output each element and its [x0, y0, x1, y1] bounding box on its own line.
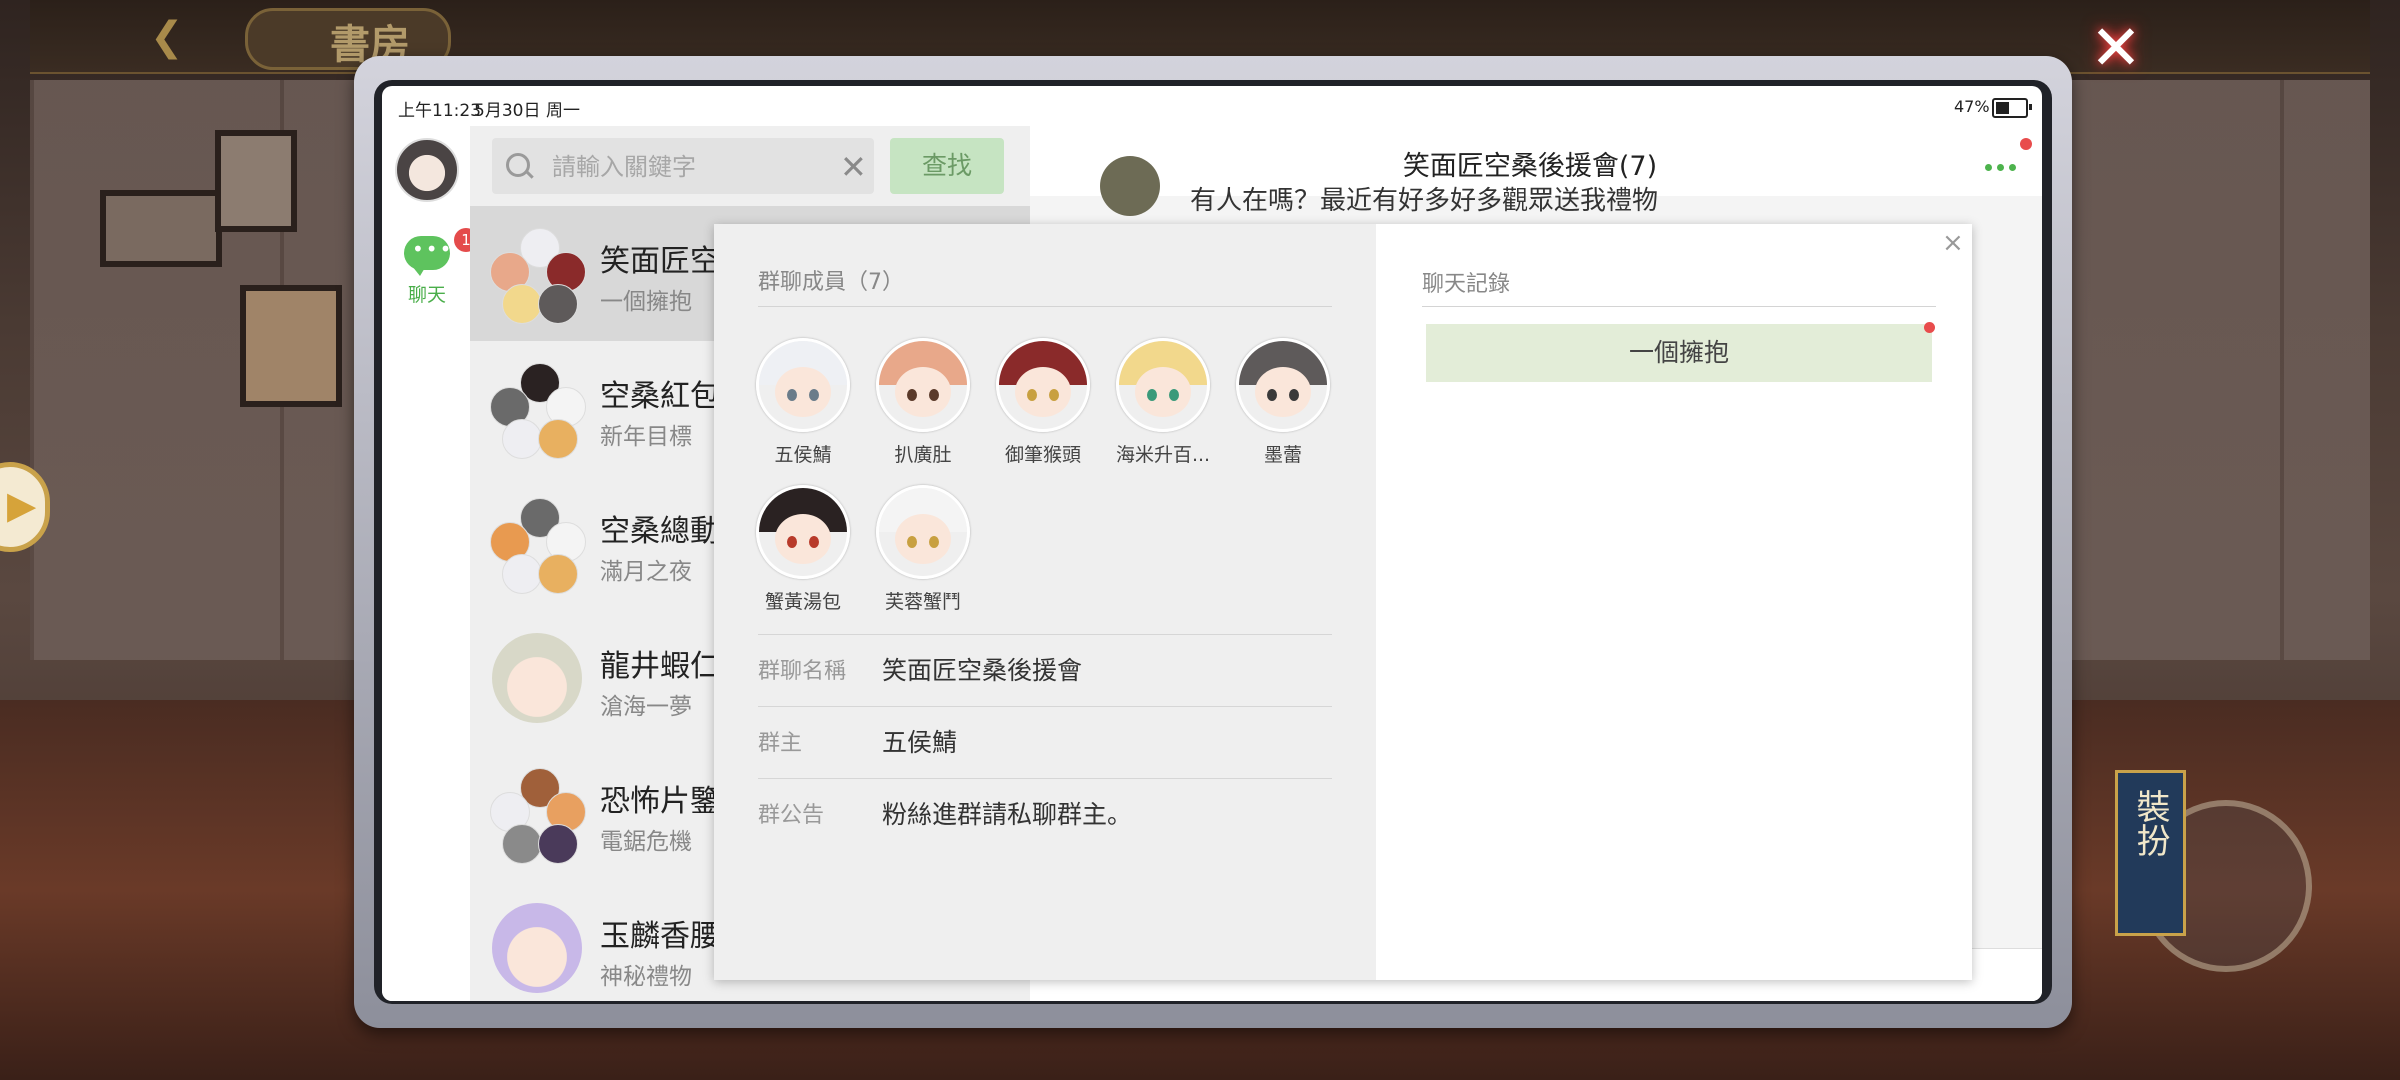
- member-item[interactable]: 墨蕾: [1228, 338, 1338, 467]
- conversation-preview: 一個擁抱: [600, 289, 692, 315]
- member-name: 墨蕾: [1263, 444, 1302, 466]
- chat-title: 笑面匠空桑後援會(7): [1402, 151, 1658, 182]
- group-owner-label: 群主: [758, 731, 803, 756]
- status-weekday: 周一: [546, 101, 580, 121]
- member-item[interactable]: 芙蓉蟹鬥: [868, 485, 978, 614]
- conversation-name: 龍井蝦仁: [600, 649, 720, 684]
- status-time: 上午11:23: [398, 101, 481, 121]
- close-icon[interactable]: ✕: [2088, 17, 2144, 79]
- user-avatar[interactable]: [395, 138, 459, 202]
- member-item[interactable]: 五侯鯖: [748, 338, 858, 467]
- battery-percent: 47%: [1954, 97, 1990, 116]
- history-title: 聊天記錄: [1422, 272, 1511, 297]
- member-name: 海米升百...: [1115, 444, 1211, 466]
- search-button[interactable]: 查找: [890, 138, 1004, 194]
- dress-up-button[interactable]: 裝扮: [2115, 770, 2186, 936]
- clear-icon[interactable]: ✕: [840, 148, 867, 186]
- popup-close-icon[interactable]: ×: [1942, 228, 1964, 258]
- search-icon: [506, 153, 530, 177]
- member-item[interactable]: 海米升百...: [1108, 338, 1218, 467]
- battery-icon: [1992, 98, 2032, 118]
- group-info-panel: 群聊成員（7） 五侯鯖 扒廣肚 御筆猴頭 海米升百... 墨蕾蟹黃湯包 芙蓉蟹鬥 群聊名稱…: [714, 224, 1376, 980]
- member-name: 御筆猴頭: [1004, 444, 1081, 466]
- member-avatar: [756, 485, 850, 579]
- conversation-name: 玉麟香腰: [600, 919, 720, 954]
- group-avatar: [490, 228, 586, 324]
- members-title: 群聊成員（7）: [758, 270, 904, 295]
- member-avatar: [1236, 338, 1330, 432]
- group-name-row: 群聊名稱 笑面匠空桑後援會: [758, 634, 1332, 707]
- play-arrow-icon: ▶: [7, 483, 37, 527]
- divider: [758, 306, 1332, 307]
- contact-avatar: [490, 633, 584, 727]
- back-icon[interactable]: ❮: [150, 14, 184, 60]
- group-notice-label: 群公告: [758, 803, 825, 828]
- chat-dots: •••: [412, 237, 454, 261]
- member-avatar: [1116, 338, 1210, 432]
- unread-dot: [1924, 322, 1935, 333]
- member-avatar: [876, 338, 970, 432]
- chat-tab-label: 聊天: [407, 284, 446, 306]
- conversation-preview: 滄海一夢: [600, 694, 692, 720]
- member-name: 芙蓉蟹鬥: [884, 591, 961, 613]
- more-options-icon[interactable]: [1985, 156, 2025, 176]
- group-avatar: [490, 498, 586, 594]
- group-info-popup: 群聊成員（7） 五侯鯖 扒廣肚 御筆猴頭 海米升百... 墨蕾蟹黃湯包 芙蓉蟹鬥 群聊名稱…: [714, 224, 1972, 980]
- conversation-name: 空桑總動: [600, 514, 720, 549]
- dress-up-label: 裝扮: [2130, 789, 2170, 857]
- member-name: 蟹黃湯包: [764, 591, 841, 613]
- search-box: ✕: [492, 138, 874, 194]
- battery-fill: [1996, 102, 2009, 114]
- wall-picture-frame: [215, 130, 297, 232]
- conversation-preview: 滿月之夜: [600, 559, 692, 585]
- group-notice-value: 粉絲進群請私聊群主。: [882, 800, 1133, 829]
- message-text: 有人在嗎？最近有好多好多觀眾送我禮物: [1190, 186, 1659, 216]
- group-owner-value: 五侯鯖: [882, 728, 958, 757]
- group-avatar: [490, 768, 586, 864]
- conversation-preview: 神秘禮物: [600, 964, 692, 990]
- notification-dot: [2020, 138, 2032, 150]
- conversation-name: 笑面匠空: [600, 244, 720, 279]
- group-name-label: 群聊名稱: [758, 659, 847, 684]
- member-item[interactable]: 御筆猴頭: [988, 338, 1098, 467]
- member-item[interactable]: 蟹黃湯包: [748, 485, 858, 614]
- history-item[interactable]: 一個擁抱: [1426, 324, 1932, 382]
- status-bar: 上午11:23 5月30日 周一 47%: [382, 86, 2042, 126]
- battery-nub: [2029, 104, 2032, 110]
- chat-history-panel: 聊天記錄 一個擁抱: [1376, 224, 1972, 980]
- conversation-preview: 新年目標: [600, 424, 692, 450]
- conversation-name: 空桑紅包: [600, 379, 720, 414]
- tab-chat[interactable]: ••• 1 聊天: [402, 228, 478, 307]
- wall-picture-frame: [100, 190, 222, 267]
- contact-avatar: [490, 903, 584, 997]
- wall-picture-frame: [240, 285, 342, 407]
- group-avatar: [490, 363, 586, 459]
- divider: [1422, 306, 1936, 307]
- message-avatar: [1100, 156, 1160, 216]
- conversation-preview: 電鋸危機: [600, 829, 692, 855]
- group-owner-row: 群主 五侯鯖: [758, 706, 1332, 779]
- member-avatar: [756, 338, 850, 432]
- member-item[interactable]: 扒廣肚: [868, 338, 978, 467]
- member-name: 五侯鯖: [774, 444, 832, 466]
- chat-bubble-icon: •••: [404, 236, 454, 276]
- status-date: 5月30日: [474, 101, 541, 121]
- member-avatar: [876, 485, 970, 579]
- nav-rail: ••• 1 聊天: [382, 126, 478, 1001]
- member-avatar: [996, 338, 1090, 432]
- member-name: 扒廣肚: [894, 444, 952, 466]
- search-input[interactable]: [550, 152, 824, 182]
- conversation-name: 恐怖片鑒: [600, 784, 720, 819]
- group-name-value: 笑面匠空桑後援會: [882, 656, 1083, 685]
- group-notice-row: 群公告 粉絲進群請私聊群主。: [758, 778, 1332, 851]
